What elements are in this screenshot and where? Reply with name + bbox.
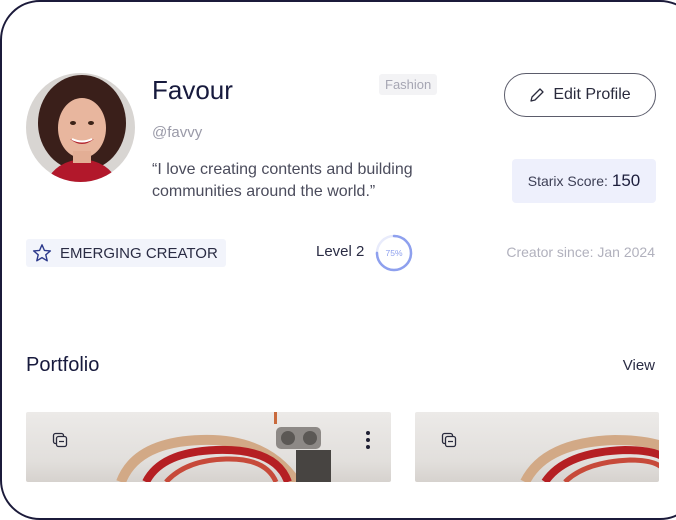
star-icon xyxy=(32,244,52,262)
level-label: Level 2 xyxy=(316,243,365,260)
category-tag: Fashion xyxy=(379,74,438,95)
profile-name: Favour xyxy=(152,75,233,105)
pencil-icon xyxy=(530,88,544,102)
portfolio-view-link[interactable]: View xyxy=(623,357,655,374)
avatar xyxy=(26,73,135,182)
copy-icon xyxy=(441,432,457,448)
portfolio-image xyxy=(116,412,331,482)
portfolio-item[interactable] xyxy=(415,412,659,482)
creator-badge: EMERGING CREATOR xyxy=(26,239,226,267)
starix-score: Starix Score: 150 xyxy=(512,159,656,203)
profile-handle: @favvy xyxy=(152,124,203,141)
edit-profile-label: Edit Profile xyxy=(553,86,631,103)
portfolio-item[interactable] xyxy=(26,412,391,482)
more-vertical-icon[interactable] xyxy=(365,430,371,450)
score-value: 150 xyxy=(611,171,641,190)
portfolio-title: Portfolio xyxy=(26,354,100,376)
edit-profile-button[interactable]: Edit Profile xyxy=(504,73,656,117)
profile-bio: “I love creating contents and building c… xyxy=(152,161,413,200)
level-progress-label: 75% xyxy=(385,248,402,258)
level-progress-ring: 75% xyxy=(375,234,413,272)
creator-since: Creator since: Jan 2024 xyxy=(506,244,655,260)
copy-icon xyxy=(52,432,68,448)
score-label: Starix Score: xyxy=(527,173,608,189)
badge-label: EMERGING CREATOR xyxy=(60,244,218,262)
